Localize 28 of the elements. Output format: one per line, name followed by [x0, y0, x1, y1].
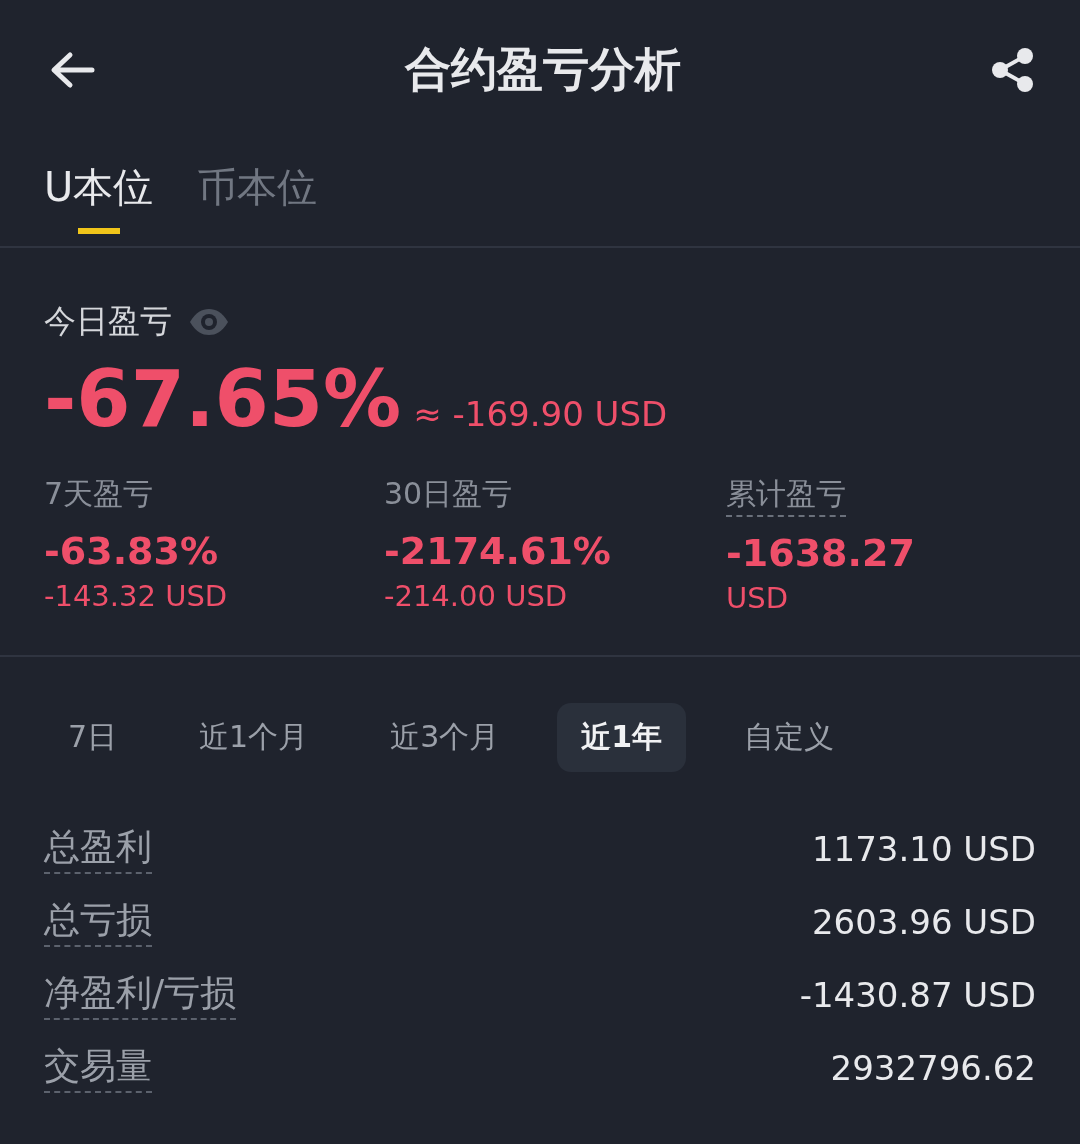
summary-value: -1638.27: [726, 531, 915, 575]
today-pnl-label: 今日盈亏: [44, 301, 172, 342]
summary-amount: USD: [726, 581, 788, 615]
stat-value: -1430.87 USD: [799, 974, 1036, 1015]
summary-amount: -214.00 USD: [384, 579, 568, 613]
period-tab[interactable]: 7日: [44, 703, 142, 772]
page-title: 合约盈亏分析: [405, 41, 681, 98]
period-tab[interactable]: 近1个月: [175, 703, 333, 772]
today-pnl-amount: ≈ -169.90 USD: [413, 394, 668, 434]
stat-label: 交易量: [44, 1042, 152, 1093]
share-icon[interactable]: [990, 47, 1036, 93]
tab[interactable]: 币本位: [197, 160, 318, 240]
summary-label: 累计盈亏: [726, 474, 846, 517]
stat-value: 2932796.62: [830, 1047, 1036, 1088]
summary-value: -2174.61%: [384, 529, 611, 573]
today-pnl-percent: -67.65%: [44, 354, 402, 444]
stat-value: 1173.10 USD: [811, 828, 1036, 869]
period-tab[interactable]: 近1年: [557, 703, 687, 772]
period-tab[interactable]: 近3个月: [366, 703, 524, 772]
stat-value: 2603.96 USD: [811, 901, 1036, 942]
stat-label: 总亏损: [44, 896, 152, 947]
stat-label: 总盈利: [44, 823, 152, 874]
summary-label: 7天盈亏: [44, 475, 154, 513]
stat-label: 净盈利/亏损: [44, 969, 237, 1020]
period-tab[interactable]: 自定义: [720, 703, 859, 772]
summary-amount: -143.32 USD: [44, 579, 228, 613]
summary-value: -63.83%: [44, 529, 219, 573]
summary-label: 30日盈亏: [384, 475, 513, 513]
